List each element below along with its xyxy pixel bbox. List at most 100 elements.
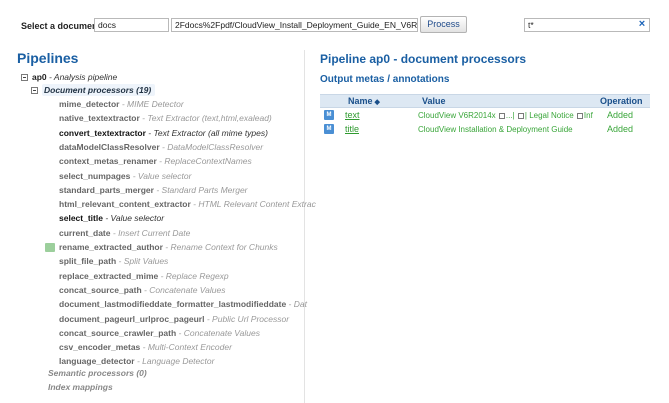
processor-name: rename_extracted_author — [59, 242, 163, 252]
meta-operation: Added — [607, 124, 634, 134]
processor-separator: - — [145, 127, 154, 138]
pipeline-separator: - — [46, 72, 54, 82]
processor-item[interactable]: current_date - Insert Current Date — [59, 228, 190, 239]
value-text: Inf — [583, 111, 593, 120]
processor-name: select_numpages — [59, 170, 131, 181]
sort-icon[interactable]: ◆ — [375, 99, 380, 106]
processor-separator: - — [204, 313, 213, 324]
processor-description: Text Extractor (text,html,exalead) — [147, 113, 272, 124]
value-text: | Legal Notice — [524, 111, 574, 120]
process-button[interactable]: Process — [420, 16, 467, 33]
processor-name: concat_source_crawler_path — [59, 327, 177, 338]
processor-description: Multi-Context Encoder — [147, 342, 232, 353]
column-name-header[interactable]: Name ◆ — [348, 96, 380, 106]
processor-description: Standard Parts Merger — [161, 184, 248, 195]
processor-item[interactable]: context_metas_renamer - ReplaceContextNa… — [59, 156, 252, 167]
pipeline-description: Analysis pipeline — [53, 72, 118, 82]
processor-item[interactable]: dataModelClassResolver - DataModelClassR… — [59, 142, 263, 153]
processor-item[interactable]: concat_source_crawler_path - Concatenate… — [59, 328, 260, 339]
select-document-label: Select a document — [21, 21, 101, 31]
table-row[interactable]: M text CloudView V6R2014x ...| | Legal N… — [320, 109, 650, 123]
collapse-icon[interactable] — [31, 87, 38, 95]
group-label: Document processors (19) — [44, 85, 152, 95]
processor-description: ReplaceContextNames — [164, 156, 252, 167]
document-source-input[interactable]: docs — [94, 18, 169, 32]
value-text: CloudView V6R2014x — [418, 111, 496, 120]
processor-description: MIME Detector — [127, 99, 184, 109]
processor-separator: - — [162, 242, 171, 252]
pipeline-node[interactable]: ap0 - Analysis pipeline — [21, 72, 117, 83]
processor-description: Replace Regexp — [165, 270, 229, 281]
processor-description: Public Url Processor — [212, 313, 290, 324]
processor-separator: - — [286, 299, 294, 310]
processor-description: Split Values — [123, 256, 169, 267]
processor-description: Concatenate Values — [149, 284, 226, 295]
pipelines-title: Pipelines — [17, 50, 79, 66]
processor-item[interactable]: concat_source_path - Concatenate Values — [59, 285, 225, 296]
processor-item[interactable]: standard_parts_merger - Standard Parts M… — [59, 185, 248, 196]
processor-item[interactable]: native_textextractor - Text Extractor (t… — [59, 113, 272, 124]
processor-item[interactable]: select_title - Value selector — [59, 213, 164, 224]
index-mappings-group[interactable]: Index mappings — [48, 382, 113, 393]
meta-name-link[interactable]: text — [345, 110, 360, 120]
panel-divider — [304, 50, 305, 403]
processor-item[interactable]: replace_extracted_mime - Replace Regexp — [59, 271, 229, 282]
output-metas-title: Output metas / annotations — [320, 74, 450, 85]
filter-input[interactable]: t* — [524, 18, 650, 32]
value-text: ...| — [505, 111, 515, 120]
processor-name: csv_encoder_metas — [59, 342, 141, 353]
semantic-processors-label: Semantic processors (0) — [48, 368, 147, 378]
checkbox-icon — [517, 112, 524, 119]
processor-description: Value selector — [137, 170, 192, 181]
processor-item[interactable]: select_numpages - Value selector — [59, 171, 191, 182]
pipeline-title: Pipeline ap0 - document processors — [320, 52, 527, 66]
processor-description: Insert Current Date — [118, 227, 191, 238]
processor-name: mime_detector — [59, 99, 120, 109]
processor-name: replace_extracted_mime — [59, 270, 159, 281]
document-processors-group[interactable]: Document processors (19) — [31, 84, 156, 96]
meta-value: CloudView V6R2014x ...| | Legal Notice I… — [418, 111, 593, 120]
processor-separator: - — [102, 213, 111, 224]
processor-name: convert_textextractor — [59, 127, 146, 138]
processor-item[interactable]: html_relevant_content_extractor - HTML R… — [59, 199, 316, 210]
processor-item[interactable]: csv_encoder_metas - Multi-Context Encode… — [59, 342, 232, 353]
processor-type-icon — [45, 243, 55, 253]
meta-name-link[interactable]: title — [345, 124, 359, 134]
processor-name: language_detector — [59, 356, 135, 367]
processor-description: HTML Relevant Content Extrac — [198, 199, 316, 210]
processor-name: select_title — [59, 213, 103, 224]
processor-name: split_file_path — [59, 256, 117, 267]
processor-separator: - — [110, 227, 119, 238]
meta-value: CloudView Installation & Deployment Guid… — [418, 125, 573, 134]
processor-item[interactable]: document_lastmodifieddate_formatter_last… — [59, 299, 307, 310]
processor-item[interactable]: split_file_path - Split Values — [59, 256, 168, 267]
processor-item[interactable]: convert_textextractor - Text Extractor (… — [59, 128, 268, 139]
processor-name: standard_parts_merger — [59, 184, 154, 195]
document-toolbar: Select a document docs 2Fdocs%2Fpdf/Clou… — [0, 0, 669, 44]
clear-filter-icon[interactable]: × — [636, 17, 648, 31]
processor-description: Rename Context for Chunks — [170, 242, 278, 252]
processor-description: Dat — [293, 299, 307, 310]
processor-name: dataModelClassResolver — [59, 141, 160, 152]
processor-separator: - — [130, 170, 138, 181]
processor-item[interactable]: document_pageurl_urlproc_pageurl - Publi… — [59, 314, 289, 325]
processor-item[interactable]: language_detector - Language Detector — [59, 356, 214, 367]
document-path-input[interactable]: 2Fdocs%2Fpdf/CloudView_Install_Deploymen… — [171, 18, 418, 32]
processor-separator: - — [119, 99, 128, 109]
meta-icon: M — [324, 124, 334, 134]
processor-description: Concatenate Values — [183, 327, 260, 338]
semantic-processors-group[interactable]: Semantic processors (0) — [48, 368, 147, 379]
column-name-label: Name — [348, 96, 373, 106]
processor-item[interactable]: rename_extracted_author - Rename Context… — [45, 242, 278, 253]
processor-name: document_pageurl_urlproc_pageurl — [59, 313, 205, 324]
collapse-icon[interactable] — [21, 74, 28, 82]
pipeline-name: ap0 — [32, 72, 47, 82]
table-row[interactable]: M title CloudView Installation & Deploym… — [320, 123, 650, 137]
processor-name: current_date — [59, 227, 111, 238]
processor-name: context_metas_renamer — [59, 156, 157, 167]
checkbox-icon — [576, 112, 583, 119]
checkbox-icon — [498, 112, 505, 119]
column-value-header: Value — [422, 96, 446, 106]
processor-description: DataModelClassResolver — [167, 141, 264, 152]
processor-item[interactable]: mime_detector - MIME Detector — [59, 99, 184, 110]
